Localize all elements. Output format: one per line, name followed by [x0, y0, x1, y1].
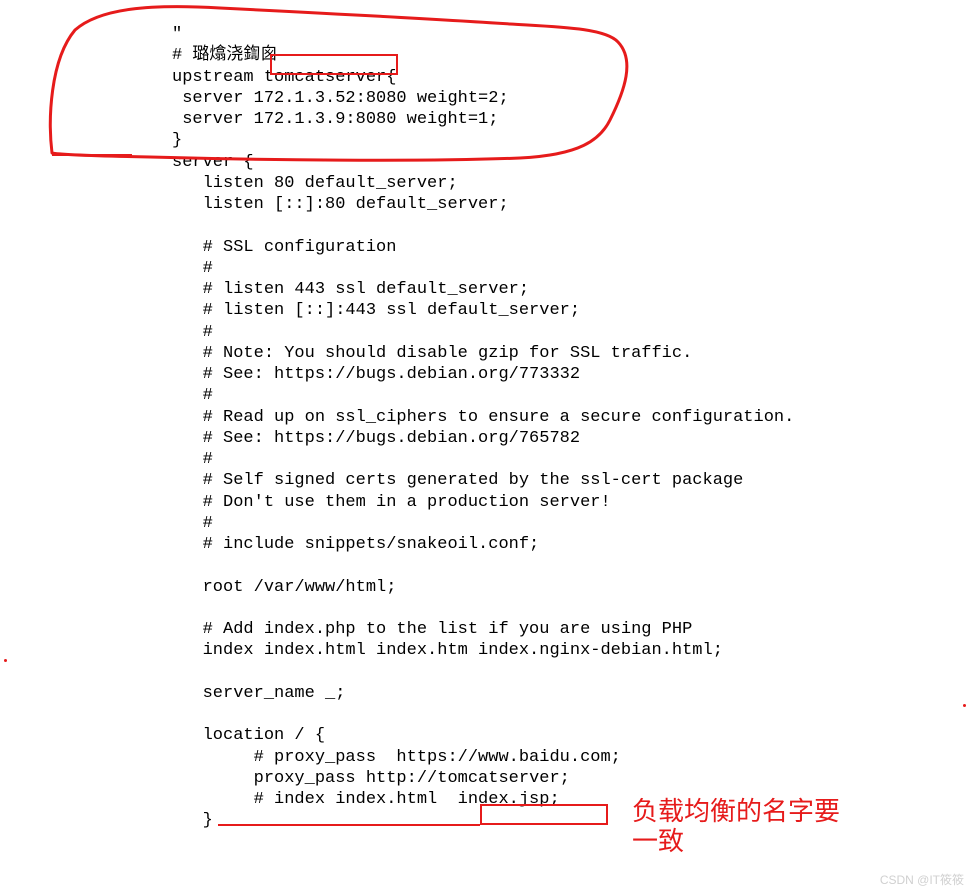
code-line: } [172, 811, 213, 830]
code-line: # [172, 386, 213, 405]
code-line: # Self signed certs generated by the ssl… [172, 471, 743, 490]
code-line: proxy_pass http://tomcatserver; [172, 769, 570, 788]
code-line: # Don't use them in a production server! [172, 493, 611, 512]
code-line: } [172, 131, 182, 150]
code-line: # See: https://bugs.debian.org/773332 [172, 365, 580, 384]
nginx-config-code: " # 璐熻浇鍧囪 upstream tomcatserver{ server … [0, 0, 970, 832]
code-line: listen 80 default_server; [172, 174, 458, 193]
code-line: # [172, 323, 213, 342]
code-line: # See: https://bugs.debian.org/765782 [172, 429, 580, 448]
stray-dot-icon [4, 659, 7, 662]
code-line: # Add index.php to the list if you are u… [172, 620, 692, 639]
code-line: # Read up on ssl_ciphers to ensure a sec… [172, 408, 794, 427]
code-line: # Note: You should disable gzip for SSL … [172, 344, 692, 363]
highlight-box-upstream-name [270, 54, 398, 75]
highlight-box-proxy-name [480, 804, 608, 825]
code-line: server_name _; [172, 684, 345, 703]
code-line: # proxy_pass https://www.baidu.com; [172, 748, 621, 767]
code-line: # [172, 259, 213, 278]
underline-top [52, 154, 132, 156]
underline-proxy-pass [218, 824, 480, 826]
code-line: listen [::]:80 default_server; [172, 195, 509, 214]
stray-dot-icon [963, 704, 966, 707]
annotation-comment: 负载均衡的名字要 一致 [632, 796, 840, 856]
code-line: # include snippets/snakeoil.conf; [172, 535, 539, 554]
code-line: index index.html index.htm index.nginx-d… [172, 641, 723, 660]
code-line: server 172.1.3.52:8080 weight=2; [172, 89, 509, 108]
watermark-text: CSDN @IT筱筱 [880, 873, 964, 888]
code-line: # [172, 450, 213, 469]
code-line: # [172, 514, 213, 533]
code-line: # listen 443 ssl default_server; [172, 280, 529, 299]
code-line: server { [172, 153, 254, 172]
code-line: # listen [::]:443 ssl default_server; [172, 301, 580, 320]
code-line: # SSL configuration [172, 238, 396, 257]
code-line: location / { [172, 726, 325, 745]
code-line: " [172, 25, 182, 44]
code-line: server 172.1.3.9:8080 weight=1; [172, 110, 498, 129]
code-line: root /var/www/html; [172, 578, 396, 597]
